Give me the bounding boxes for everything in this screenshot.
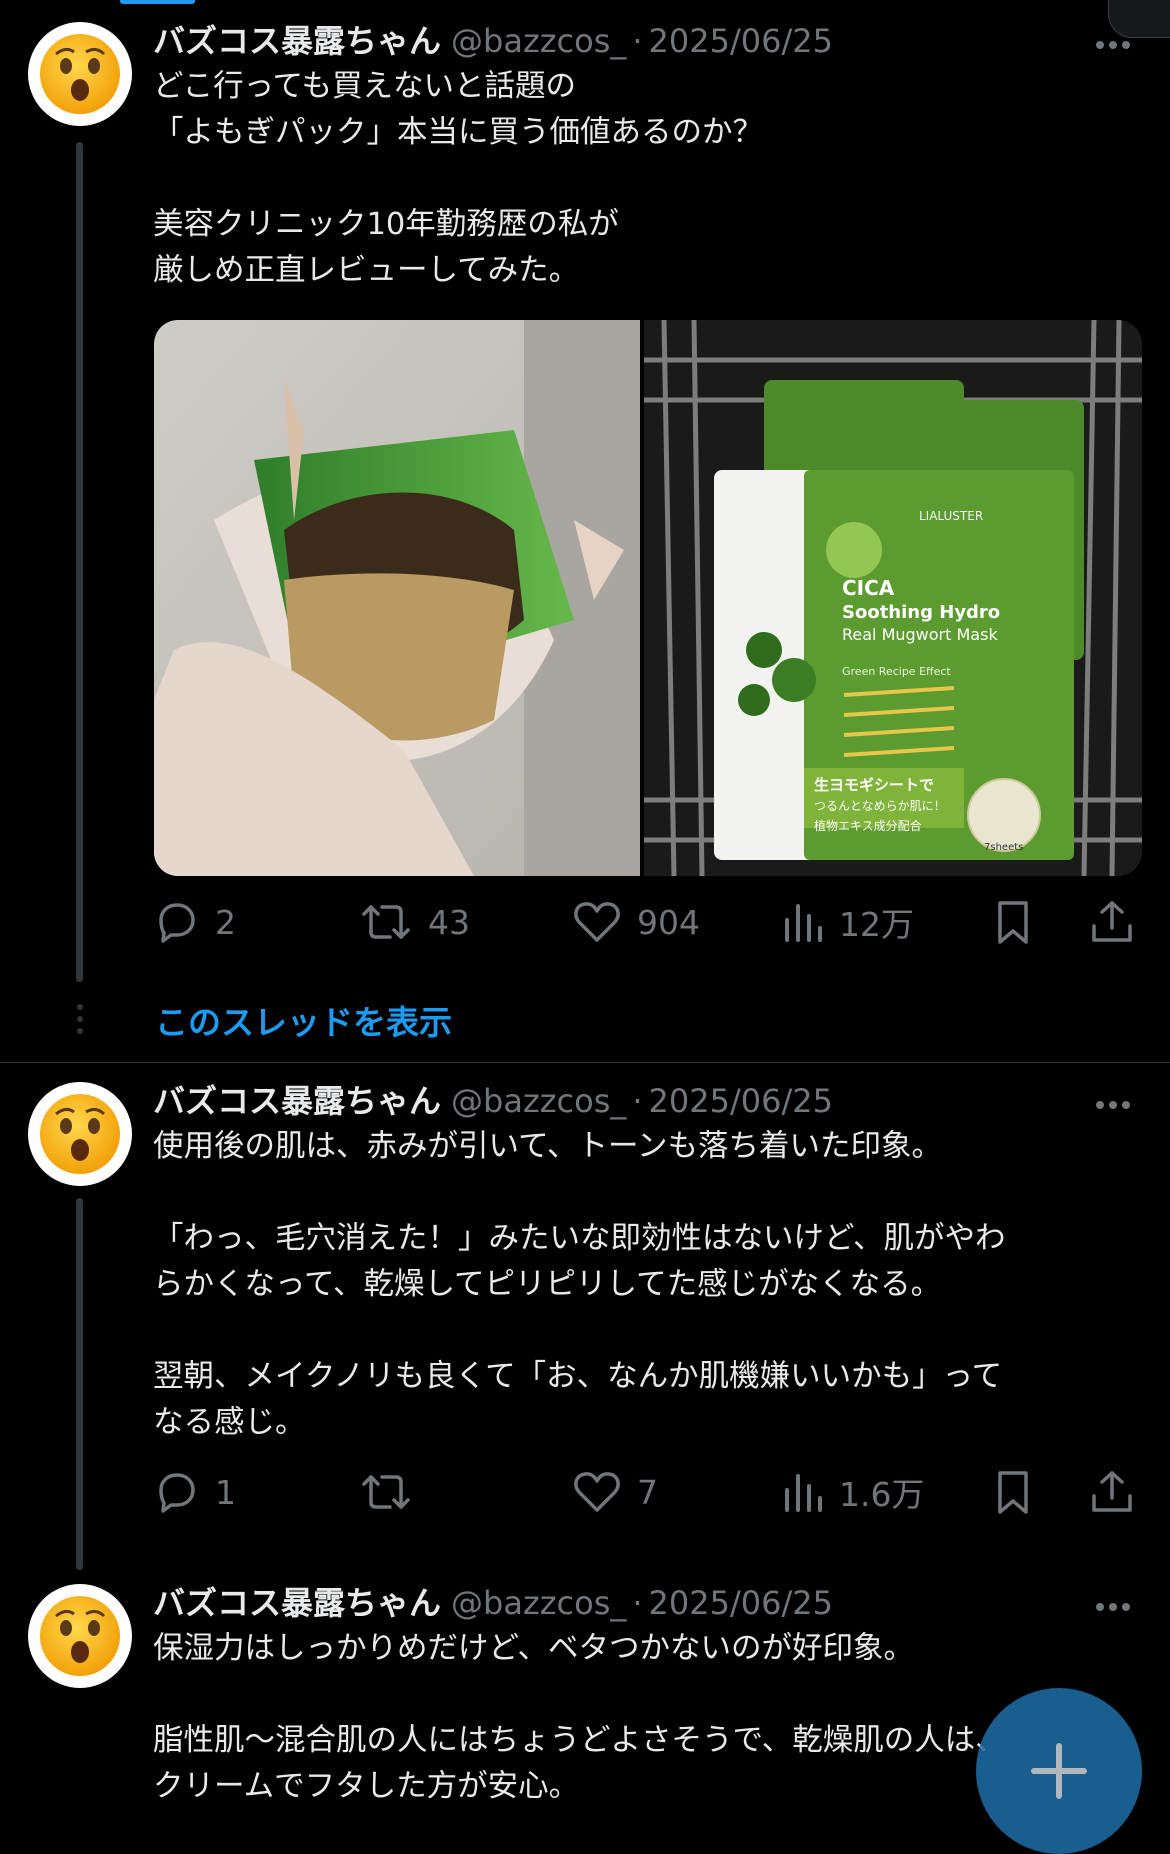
sheet-count: 7sheets	[984, 842, 1023, 853]
post-date[interactable]: 2025/06/25	[649, 1584, 833, 1622]
reply-icon	[159, 903, 195, 943]
text-line: 使用後の肌は、赤みが引いて、トーンも落ち着いた印象。	[153, 1129, 943, 1164]
text-line: 「よもぎパック」本当に買う価値あるのか？	[153, 115, 763, 150]
top-tab-indicator	[120, 0, 195, 4]
reply-icon	[159, 1473, 195, 1513]
media-image-left[interactable]	[154, 320, 640, 876]
product-line1: CICA	[842, 576, 895, 600]
avatar[interactable]	[28, 22, 132, 126]
product-line3: Real Mugwort Mask	[842, 625, 998, 644]
thread-line	[76, 1198, 83, 1570]
separator: ·	[632, 22, 643, 60]
bookmark-icon	[998, 901, 1028, 944]
share-button[interactable]	[1088, 894, 1136, 950]
text-line: どこ行っても買えないと話題の	[153, 69, 577, 104]
post-date[interactable]: 2025/06/25	[649, 1082, 833, 1120]
author-name[interactable]: バズコス暴露ちゃん	[153, 1082, 441, 1120]
text-line: 「わっ、毛穴消えた！」みたいな即効性はないけど、肌がやわ	[153, 1221, 1006, 1256]
media-image-right[interactable]: LIALUSTER CICA Soothing Hydro Real Mugwo…	[644, 320, 1142, 876]
post-header: バズコス暴露ちゃん @bazzcos_ · 2025/06/25	[153, 1076, 833, 1124]
like-button[interactable]: 904	[571, 894, 700, 950]
action-bar: 2 43 904 12万	[153, 894, 1143, 950]
reply-button[interactable]: 2	[153, 894, 236, 950]
share-icon	[1092, 901, 1132, 942]
views-count: 12万	[839, 905, 914, 944]
avatar[interactable]	[28, 1082, 132, 1186]
like-count: 7	[637, 1472, 658, 1512]
avatar[interactable]	[28, 1584, 132, 1688]
post-text: どこ行っても買えないと話題の 「よもぎパック」本当に買う価値あるのか？ 美容クリ…	[153, 64, 1113, 294]
action-bar: 1 7 1.6万	[153, 1464, 1143, 1520]
text-line: クリームでフタした方が安心。	[153, 1769, 580, 1804]
author-handle[interactable]: @bazzcos_	[451, 1584, 626, 1622]
compose-fab[interactable]	[976, 1688, 1142, 1854]
repost-icon	[362, 905, 410, 939]
post-date[interactable]: 2025/06/25	[649, 22, 833, 60]
text-line: 翌朝、メイクノリも良くて「お、なんか肌機嫌いいかも」って	[153, 1359, 1003, 1394]
text-line: なる感じ。	[153, 1405, 306, 1440]
author-handle[interactable]: @bazzcos_	[451, 1082, 626, 1120]
repost-button[interactable]	[358, 1464, 428, 1520]
views-button[interactable]: 1.6万	[781, 1464, 924, 1520]
product-line2: Soothing Hydro	[842, 602, 1000, 623]
text-line: 脂性肌〜混合肌の人にはちょうどよさそうで、乾燥肌の人は、	[153, 1723, 1006, 1758]
repost-count: 43	[428, 902, 470, 942]
reply-count: 1	[215, 1472, 236, 1512]
views-button[interactable]: 12万	[781, 894, 914, 950]
show-thread-link[interactable]: このスレッドを表示	[155, 996, 452, 1044]
extract-label: 植物エキス成分配合	[814, 818, 922, 833]
like-count: 904	[637, 902, 700, 942]
bookmark-button[interactable]	[991, 894, 1035, 950]
divider	[0, 1062, 1170, 1063]
like-button[interactable]: 7	[571, 1464, 658, 1520]
bookmark-icon	[998, 1471, 1028, 1514]
post-header: バズコス暴露ちゃん @bazzcos_ · 2025/06/25	[153, 1578, 833, 1626]
post-header: バズコス暴露ちゃん @bazzcos_ · 2025/06/25	[153, 16, 833, 64]
astonished-face-emoji-icon	[40, 1094, 120, 1174]
repost-icon	[362, 1475, 410, 1509]
heart-icon	[574, 1472, 620, 1512]
text-line: 厳しめ正直レビューしてみた。	[153, 253, 580, 288]
more-icon[interactable]	[1096, 1596, 1138, 1611]
author-handle[interactable]: @bazzcos_	[451, 22, 626, 60]
reply-button[interactable]: 1	[153, 1464, 236, 1520]
share-button[interactable]	[1088, 1464, 1136, 1520]
heart-icon	[574, 902, 620, 942]
reply-count: 2	[215, 902, 236, 942]
callout2: つるんとなめらか肌に！	[814, 799, 946, 813]
views-icon	[785, 1474, 822, 1512]
views-count: 1.6万	[839, 1475, 925, 1514]
astonished-face-emoji-icon	[40, 1596, 120, 1676]
text-line: 保湿力はしっかりめだけど、ベタつかないのが好印象。	[153, 1631, 914, 1666]
more-icon[interactable]	[1096, 34, 1138, 49]
author-name[interactable]: バズコス暴露ちゃん	[153, 1584, 441, 1622]
thread-line	[76, 142, 83, 982]
top-right-control[interactable]	[1108, 0, 1170, 38]
text-line: らかくなって、乾燥してピリピリしてた感じがなくなる。	[153, 1267, 942, 1302]
plus-icon	[1031, 1743, 1087, 1799]
product-subtitle: Green Recipe Effect	[842, 665, 951, 678]
astonished-face-emoji-icon	[40, 34, 120, 114]
text-line: 美容クリニック10年勤務歴の私が	[153, 207, 619, 242]
separator: ·	[632, 1584, 643, 1622]
bookmark-button[interactable]	[991, 1464, 1035, 1520]
author-name[interactable]: バズコス暴露ちゃん	[153, 22, 441, 60]
post-text: 使用後の肌は、赤みが引いて、トーンも落ち着いた印象。 「わっ、毛穴消えた！」みた…	[153, 1124, 1113, 1446]
thread-dots	[77, 1004, 83, 1040]
post-text: 保湿力はしっかりめだけど、ベタつかないのが好印象。 脂性肌〜混合肌の人にはちょう…	[153, 1626, 1113, 1810]
more-icon[interactable]	[1096, 1094, 1138, 1109]
repost-button[interactable]: 43	[358, 894, 470, 950]
views-icon	[785, 904, 822, 942]
separator: ·	[632, 1082, 643, 1120]
brand-text: LIALUSTER	[919, 509, 983, 523]
media-grid[interactable]: LIALUSTER CICA Soothing Hydro Real Mugwo…	[154, 320, 1142, 876]
callout1: 生ヨモギシートで	[814, 776, 934, 794]
share-icon	[1092, 1471, 1132, 1512]
